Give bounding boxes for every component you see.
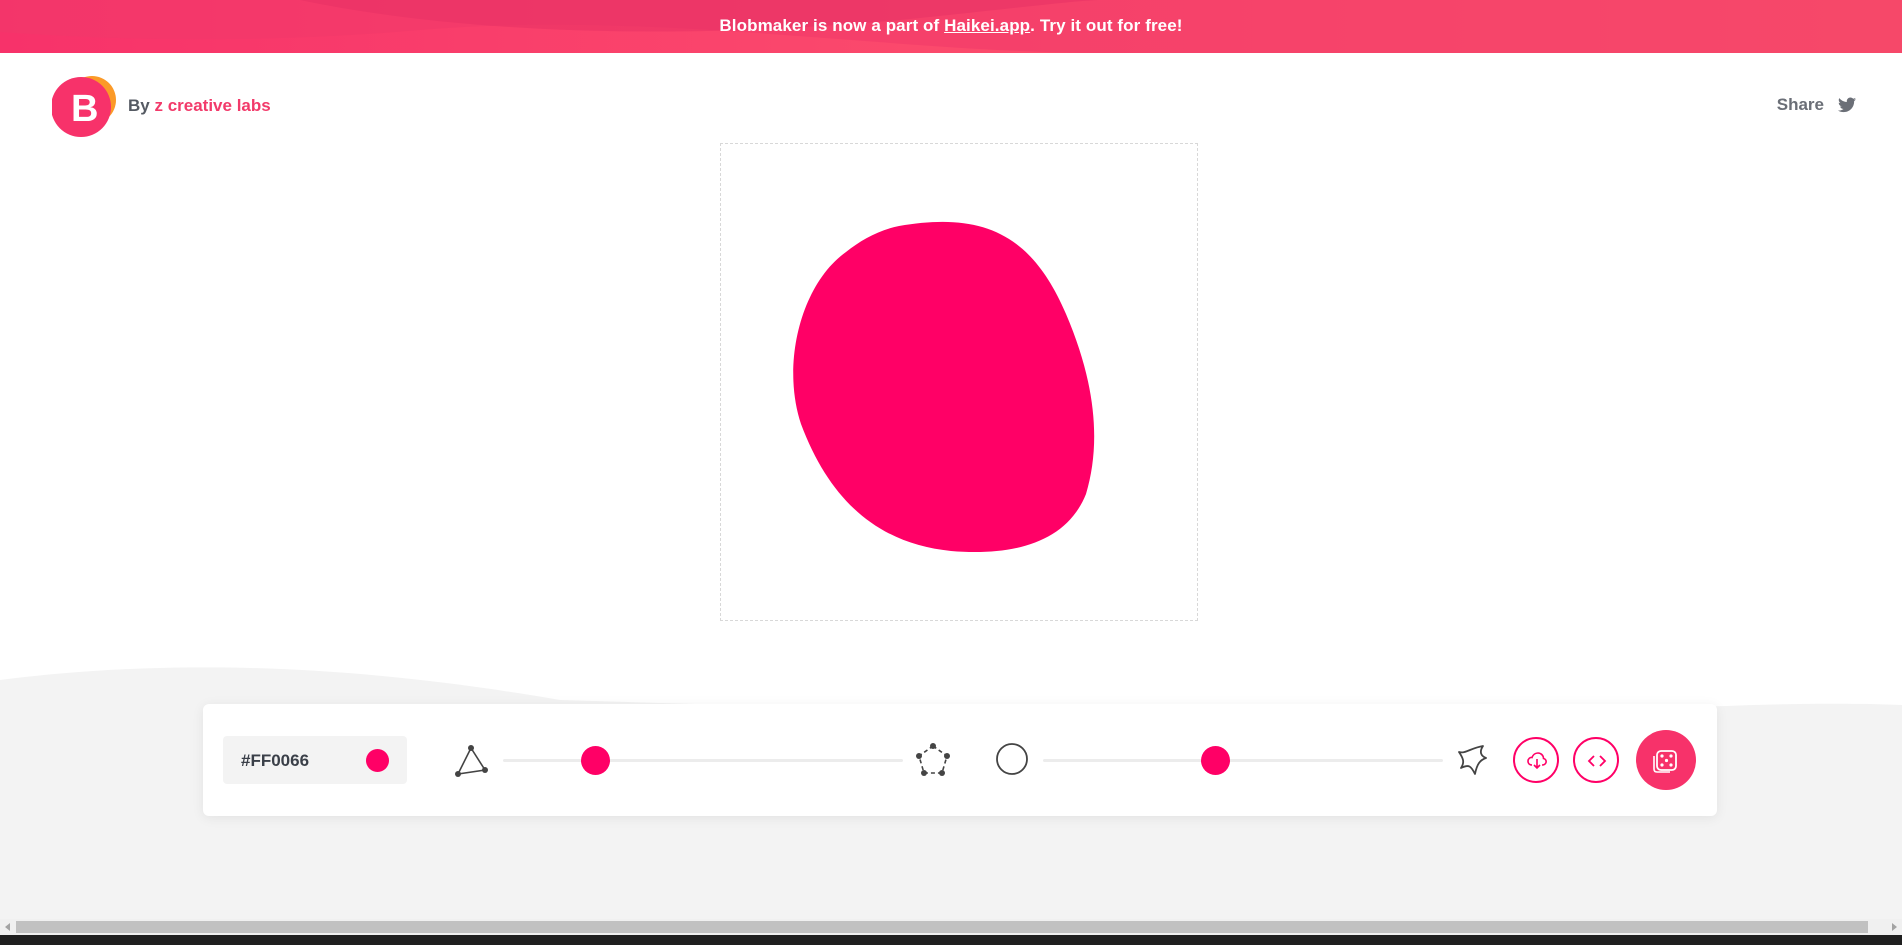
horizontal-scrollbar[interactable] bbox=[0, 919, 1902, 935]
code-icon bbox=[1587, 755, 1607, 767]
complexity-slider-track[interactable] bbox=[503, 759, 903, 762]
author-link[interactable]: z creative labs bbox=[154, 96, 270, 115]
by-label: By bbox=[128, 96, 155, 115]
triangle-nodes-icon bbox=[453, 744, 489, 783]
dice-icon bbox=[1653, 750, 1677, 773]
banner-text-after: . Try it out for free! bbox=[1030, 16, 1183, 35]
pentagon-nodes-icon bbox=[915, 742, 951, 783]
haikei-link[interactable]: Haikei.app bbox=[944, 16, 1030, 35]
byline: By z creative labs bbox=[128, 96, 271, 116]
randomize-button[interactable] bbox=[1636, 730, 1696, 790]
contrast-slider-track[interactable] bbox=[1043, 759, 1443, 762]
scroll-left-arrow-icon[interactable] bbox=[5, 923, 10, 931]
code-button[interactable] bbox=[1573, 737, 1619, 783]
color-swatch[interactable] bbox=[366, 749, 389, 772]
scrollbar-thumb[interactable] bbox=[16, 921, 1868, 933]
download-button[interactable] bbox=[1513, 737, 1559, 783]
announcement-banner: Blobmaker is now a part of Haikei.app. T… bbox=[0, 0, 1902, 53]
download-icon bbox=[1527, 752, 1547, 770]
banner-message: Blobmaker is now a part of Haikei.app. T… bbox=[0, 16, 1902, 36]
os-taskbar bbox=[0, 935, 1902, 945]
blobmaker-logo[interactable]: B bbox=[51, 74, 116, 138]
blob-shape[interactable] bbox=[721, 144, 1199, 622]
twitter-icon[interactable] bbox=[1838, 97, 1856, 113]
contrast-slider-thumb[interactable] bbox=[1201, 746, 1230, 775]
spiky-blob-icon bbox=[1453, 742, 1489, 783]
color-picker[interactable]: #FF0066 bbox=[223, 736, 407, 784]
share-label: Share bbox=[1776, 95, 1824, 114]
logo-letter: B bbox=[71, 88, 98, 130]
scroll-right-arrow-icon[interactable] bbox=[1892, 923, 1897, 931]
banner-text-before: Blobmaker is now a part of bbox=[719, 16, 945, 35]
blob-canvas bbox=[720, 143, 1198, 621]
control-toolbar: #FF0066 bbox=[203, 704, 1717, 816]
color-hex-value[interactable]: #FF0066 bbox=[241, 751, 309, 771]
complexity-slider-thumb[interactable] bbox=[581, 746, 610, 775]
circle-outline-icon bbox=[995, 742, 1029, 781]
